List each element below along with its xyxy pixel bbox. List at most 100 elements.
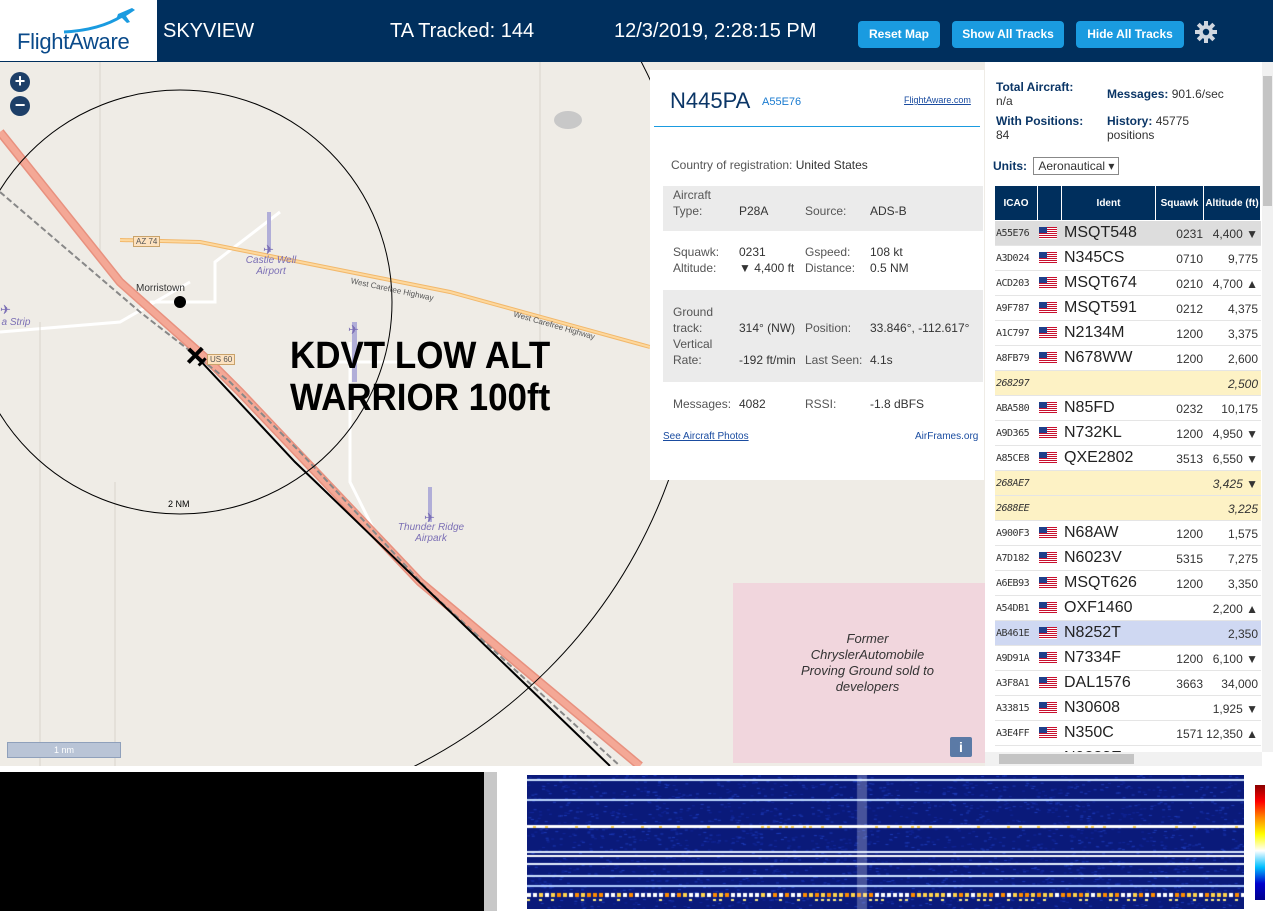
road-label-az74: AZ 74	[133, 236, 161, 247]
table-row[interactable]: A1C797 N2134M 1200 3,375	[995, 321, 1261, 346]
map-info-button[interactable]: i	[950, 737, 972, 757]
source-value: ADS-B	[870, 204, 907, 218]
row-altitude: 3,425 ▼	[1212, 477, 1258, 491]
horizontal-scrollbar[interactable]	[985, 752, 1262, 766]
spectrum-colorbar	[1255, 785, 1265, 900]
stat-history-value: 45775	[1155, 114, 1190, 128]
stat-total-label: Total Aircraft:	[996, 80, 1074, 94]
row-icao: A9F787	[996, 303, 1030, 314]
table-row[interactable]: A3D024 N345CS 0710 9,775	[995, 246, 1261, 271]
row-squawk: 1571	[1176, 727, 1203, 741]
range-ring-label: 2 NM	[168, 499, 190, 509]
row-icao: A6EB93	[996, 578, 1030, 589]
table-row[interactable]: A55E76 MSQT548 0231 4,400 ▼	[995, 221, 1261, 246]
row-altitude: 34,000	[1221, 677, 1258, 691]
table-row[interactable]: A3F8A1 DAL1576 3663 34,000	[995, 671, 1261, 696]
zoom-out-button[interactable]: −	[10, 96, 30, 116]
table-row[interactable]: A54DB1 OXF1460 2,200 ▲	[995, 596, 1261, 621]
row-ident: DAL1576	[1064, 674, 1131, 691]
col-header-squawk[interactable]: Squawk	[1156, 186, 1204, 220]
row-icao: 2688EE	[996, 503, 1030, 514]
flightaware-link[interactable]: FlightAware.com	[904, 95, 971, 105]
position-block: Ground track: 314° (NW) Position: 33.846…	[663, 290, 983, 382]
table-row[interactable]: 268297 2,500	[995, 371, 1261, 396]
app-name: SKYVIEW	[163, 20, 255, 42]
flightaware-logo[interactable]: FlightAware	[0, 0, 157, 61]
table-row[interactable]: 2688EE 3,225	[995, 496, 1261, 521]
row-ident: QXE2802	[1064, 449, 1134, 466]
ground-track-value: 314° (NW)	[739, 321, 796, 335]
table-row[interactable]: ACD203 MSQT674 0210 4,700 ▲	[995, 271, 1261, 296]
overlay-line-2: WARRIOR 100ft	[290, 377, 551, 419]
row-altitude: 3,225	[1227, 502, 1258, 516]
table-row[interactable]: 268AE7 3,425 ▼	[995, 471, 1261, 496]
vertical-scrollbar-thumb[interactable]	[1263, 76, 1272, 206]
us-flag-icon	[1039, 527, 1057, 539]
airport-label-thunder-ridge: Thunder Ridge Airpark	[397, 522, 465, 544]
table-row[interactable]: A6EB93 MSQT626 1200 3,350	[995, 571, 1261, 596]
gear-icon[interactable]	[1194, 20, 1218, 44]
reset-map-button[interactable]: Reset Map	[858, 21, 940, 48]
aircraft-type-label-1: Aircraft	[673, 188, 712, 202]
zoom-in-button[interactable]: +	[10, 72, 30, 92]
gspeed-label: Gspeed:	[805, 245, 851, 259]
country-of-registration: Country of registration: United States	[671, 158, 868, 172]
horizontal-scrollbar-thumb[interactable]	[999, 754, 1134, 764]
row-altitude: 7,275	[1227, 552, 1258, 566]
squawk-label: Squawk:	[673, 245, 720, 259]
row-squawk: 1200	[1176, 652, 1203, 666]
see-aircraft-photos-link[interactable]: See Aircraft Photos	[663, 431, 749, 442]
table-row[interactable]: A900F3 N68AW 1200 1,575	[995, 521, 1261, 546]
vertical-rate-value: -192 ft/min	[739, 353, 796, 367]
stat-messages-value: 901.6/sec	[1171, 87, 1224, 101]
row-icao: A3F8A1	[996, 678, 1030, 689]
hide-all-tracks-button[interactable]: Hide All Tracks	[1076, 21, 1184, 48]
aircraft-info-panel: N445PA A55E76 FlightAware.com Country of…	[650, 70, 984, 480]
row-altitude: 4,950 ▼	[1212, 427, 1258, 441]
row-ident: MSQT591	[1064, 299, 1137, 316]
col-header-altitude[interactable]: Altitude (ft)	[1204, 186, 1261, 220]
table-row[interactable]: A3E4FF N350C 1571 12,350 ▲	[995, 721, 1261, 746]
row-icao: ABA580	[996, 403, 1030, 414]
us-flag-icon	[1039, 552, 1057, 564]
table-row[interactable]: A9D91A N7334F 1200 6,100 ▼	[995, 646, 1261, 671]
table-row[interactable]: AB461E N8252T 2,350	[995, 621, 1261, 646]
row-squawk: 1200	[1176, 527, 1203, 541]
row-ident: N7334F	[1064, 649, 1121, 666]
altitude-value: ▼ 4,400 ft	[739, 261, 795, 275]
units-select[interactable]: Aeronautical ▾	[1033, 157, 1120, 175]
col-header-icao[interactable]: ICAO	[995, 186, 1038, 220]
row-ident: N68AW	[1064, 524, 1119, 541]
vertical-rate-label-2: Rate:	[673, 353, 702, 367]
table-row[interactable]: ABA580 N85FD 0232 10,175	[995, 396, 1261, 421]
stat-total-value: n/a	[996, 94, 1013, 108]
table-row[interactable]: A9F787 MSQT591 0212 4,375	[995, 296, 1261, 321]
col-header-ident[interactable]: Ident	[1062, 186, 1156, 220]
row-altitude: 2,200 ▲	[1212, 602, 1258, 616]
row-squawk: 1200	[1176, 352, 1203, 366]
ground-track-label-2: track:	[673, 321, 703, 335]
us-flag-icon	[1039, 452, 1057, 464]
airframes-link[interactable]: AirFrames.org	[915, 431, 978, 442]
vertical-rate-label-1: Vertical	[673, 337, 713, 351]
row-altitude: 2,600	[1227, 352, 1258, 366]
show-all-tracks-button[interactable]: Show All Tracks	[952, 21, 1064, 48]
row-ident: N732KL	[1064, 424, 1122, 441]
row-ident: MSQT674	[1064, 274, 1137, 291]
table-row[interactable]: A85CE8 QXE2802 3513 6,550 ▼	[995, 446, 1261, 471]
squawk-block: Squawk: 0231 Gspeed: 108 kt Altitude: ▼ …	[663, 238, 983, 288]
vertical-scrollbar[interactable]	[1262, 62, 1273, 752]
table-row[interactable]: A7D182 N6023V 5315 7,275	[995, 546, 1261, 571]
table-row[interactable]: A8FB79 N678WW 1200 2,600	[995, 346, 1261, 371]
messages-value: 4082	[739, 397, 766, 411]
us-flag-icon	[1039, 627, 1057, 639]
table-row[interactable]: A9D365 N732KL 1200 4,950 ▼	[995, 421, 1261, 446]
row-icao: 268AE7	[996, 478, 1030, 489]
row-icao: ACD203	[996, 278, 1030, 289]
row-altitude: 4,375	[1227, 302, 1258, 316]
logo-text: FlightAware	[17, 29, 130, 54]
col-header-flag[interactable]	[1038, 186, 1062, 220]
aircraft-type-value: P28A	[739, 204, 769, 218]
table-row[interactable]: A33815 N30608 1,925 ▼	[995, 696, 1261, 721]
chrysler-label: Former ChryslerAutomobile Proving Ground…	[801, 631, 934, 694]
